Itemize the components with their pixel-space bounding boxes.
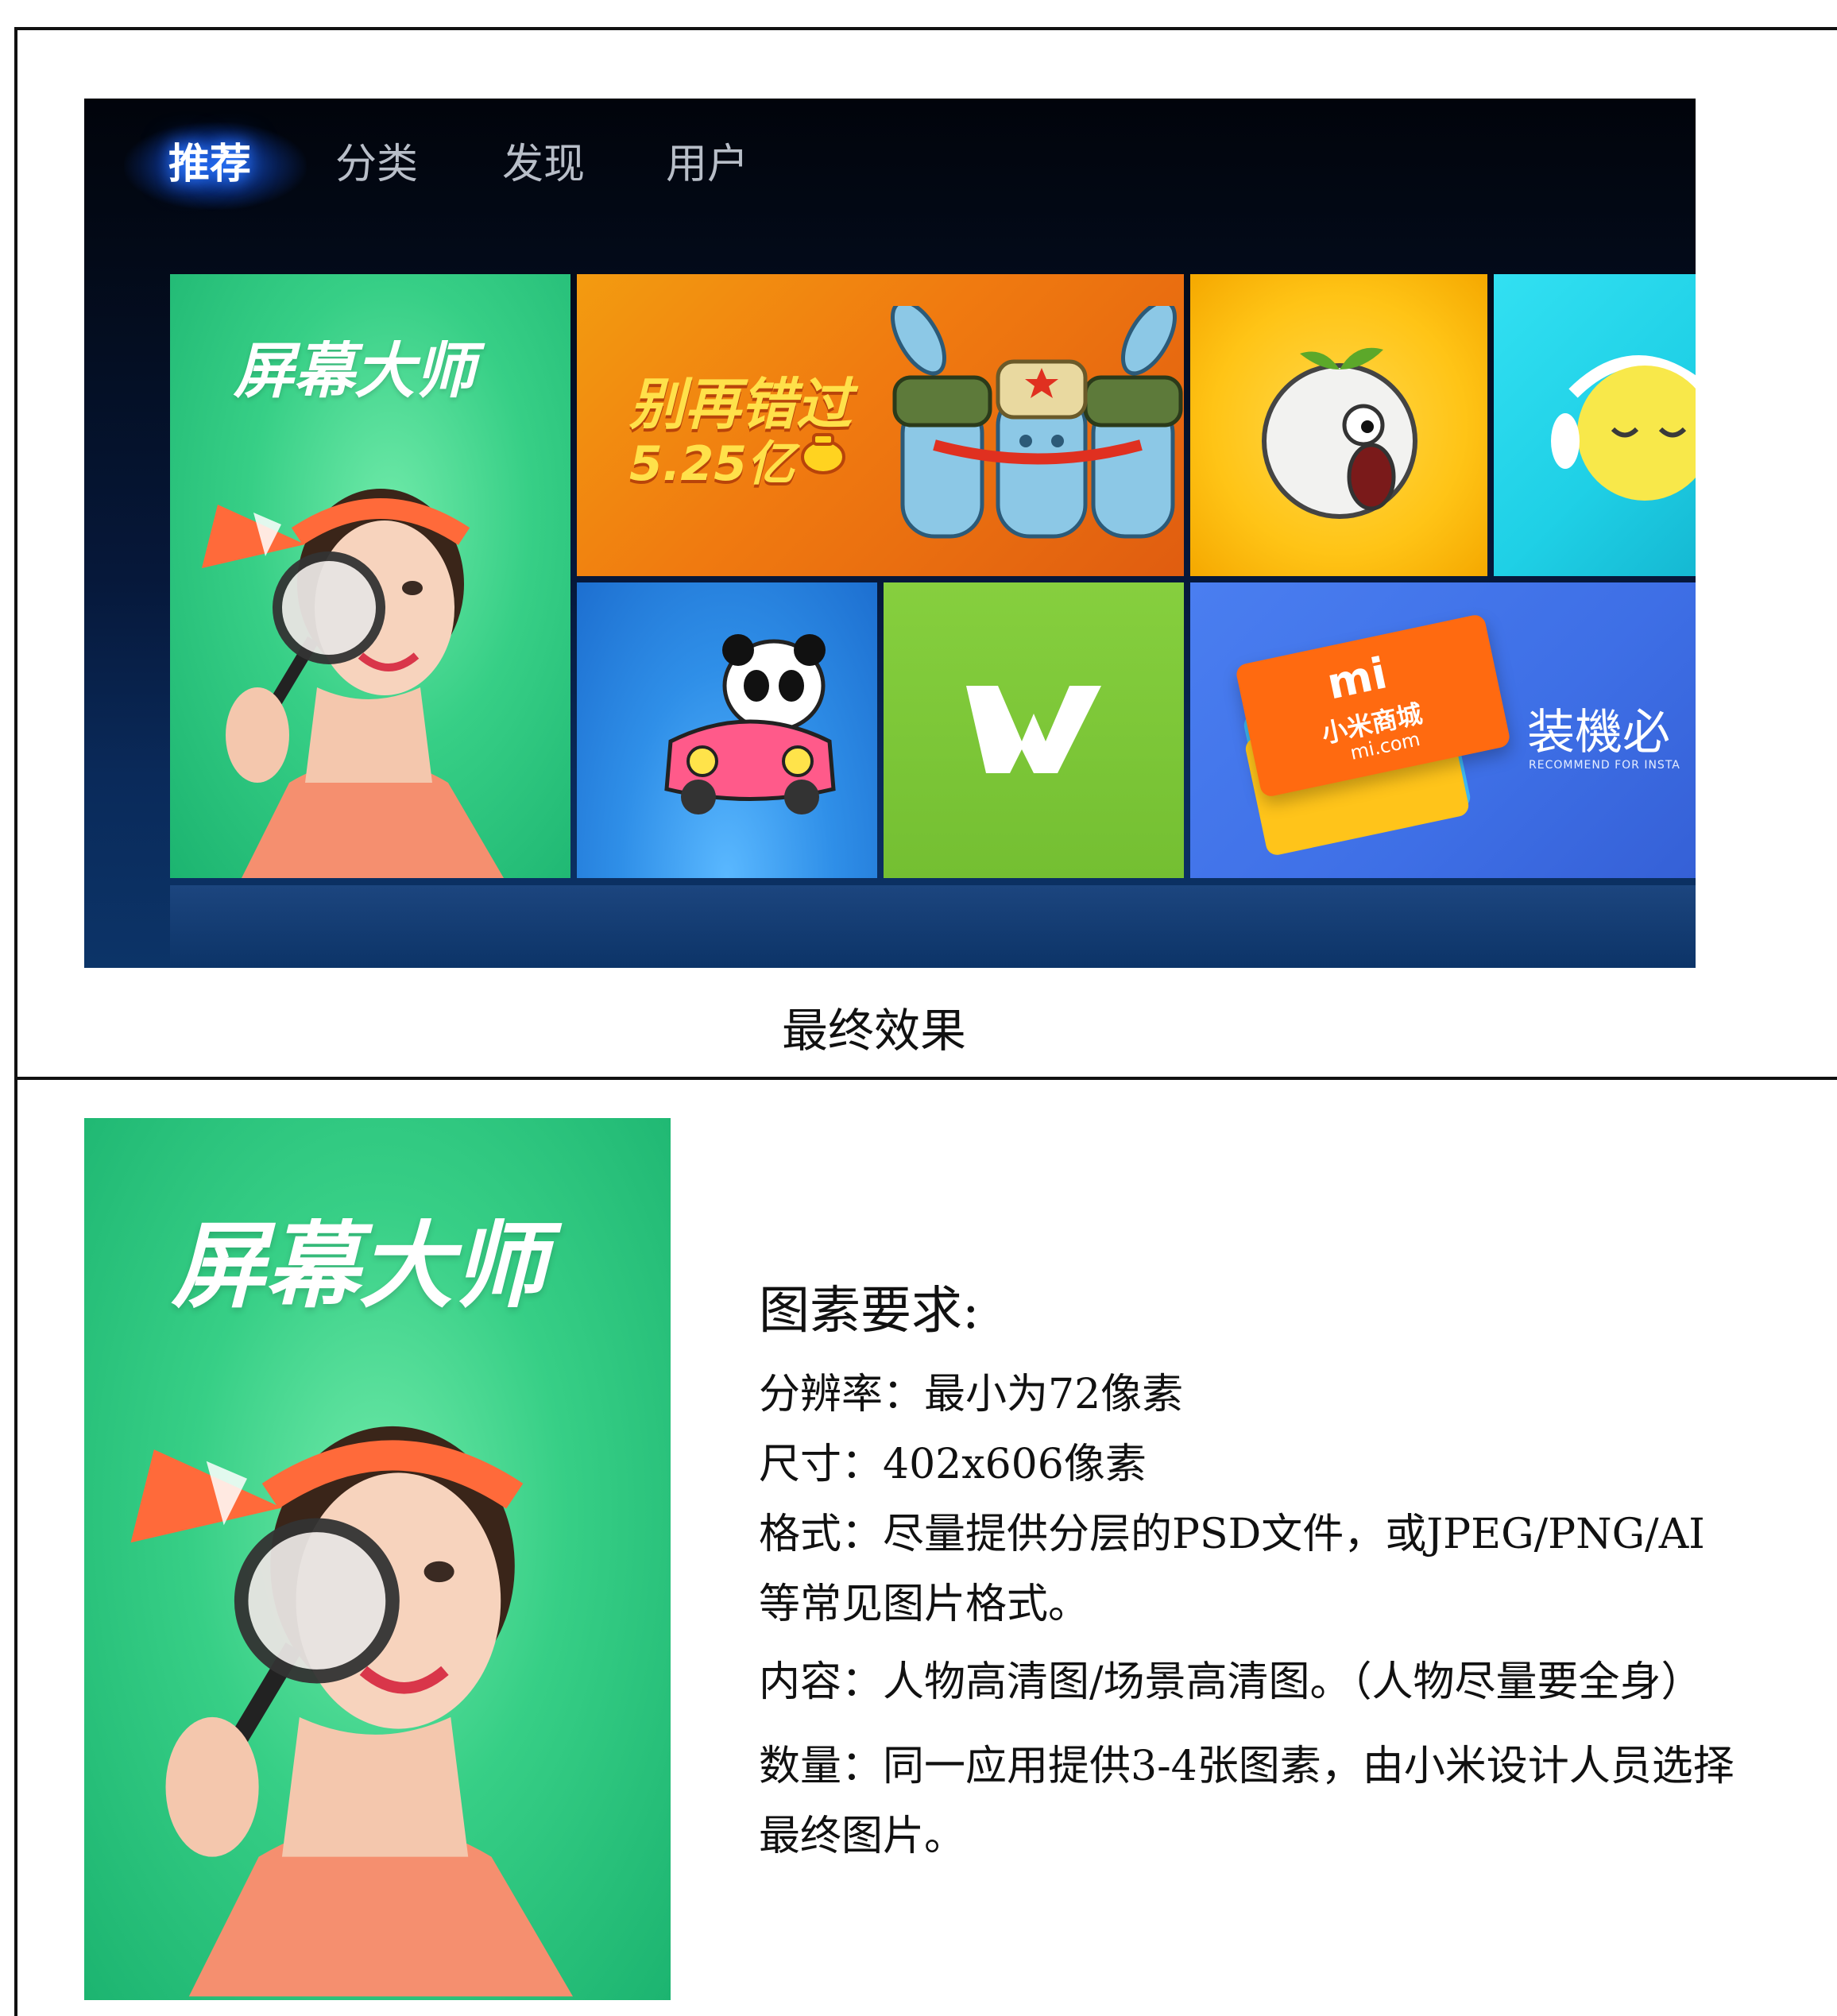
tile-baby-panda[interactable] [577,582,877,878]
poster-title: 屏幕大师 [172,1211,547,1321]
tile-reflection [170,885,1696,968]
tab-recommend[interactable]: 推荐 [168,138,251,191]
caption-final-effect: 最终效果 [781,1004,966,1058]
tv-launcher-screenshot: 推荐 分类 发现 用户 屏幕大师 别再错过 5.25亿 mi 小米商城 mi.c… [84,99,1696,968]
woman-with-magnifier-image [202,489,504,878]
req-content: 内容：人物高清图/场景高清图。（人物尽量要全身） [759,1658,1703,1706]
tab-category[interactable]: 分类 [335,138,418,191]
mi-rabbit-mascots-image [890,306,1183,539]
req-size: 尺寸：402x606像素 [759,1441,1147,1488]
mi-logo: mi [1322,648,1391,710]
tile-mi-store[interactable]: mi 小米商城 mi.com 装機必 RECOMMEND FOR INSTA [1190,582,1696,878]
req-resolution: 分辨率：最小为72像素 [759,1371,1184,1418]
tile-screen-master[interactable]: 屏幕大师 [170,274,570,878]
wps-logo-icon [966,686,1101,773]
store-banner-subtitle: RECOMMEND FOR INSTA [1529,759,1680,772]
promo-amount: 5.25亿 [629,436,795,492]
req-format-cont: 等常见图片格式。 [759,1581,1090,1628]
tv-nav-bar: 推荐 分类 发现 用户 [84,99,1696,226]
coin-bag-icon [801,433,845,474]
mi-store-card: mi 小米商城 mi.com [1234,613,1512,799]
tab-user[interactable]: 用户 [666,138,748,191]
tile-promo-mi-rabbit[interactable]: 别再错过 5.25亿 [577,274,1184,576]
req-quantity: 数量：同一应用提供3-4张图素，由小米设计人员选择 [759,1743,1735,1790]
smiling-sun-icon [1551,355,1696,501]
section-divider [14,1077,1837,1080]
sample-poster-image: 屏幕大师 [84,1118,671,2000]
sprout-face-icon [1262,347,1417,519]
tile-music-app[interactable] [1494,274,1696,576]
tile-screen-master-title: 屏幕大师 [234,335,475,406]
requirements-title: 图素要求: [759,1282,980,1341]
tab-discover[interactable]: 发现 [502,138,585,191]
panda-in-car-icon [664,634,836,815]
req-format: 格式：尽量提供分层的PSD文件，或JPEG/PNG/AI [759,1511,1705,1558]
req-quantity-cont: 最终图片。 [759,1813,966,1860]
poster-woman-with-magnifier-image [130,1426,574,1997]
tile-meme-game[interactable] [1190,274,1487,576]
store-banner-title: 装機必 [1527,705,1670,760]
tile-wps-office[interactable] [884,582,1184,878]
